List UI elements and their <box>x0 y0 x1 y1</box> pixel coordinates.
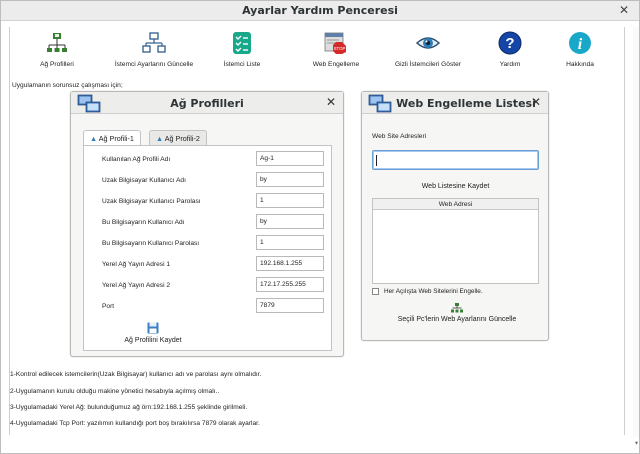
update-selected-pcs-label: Seçili Pc'lerin Web Ayarlarını Güncelle <box>397 316 517 323</box>
settings-help-window: Ayarlar Yardım Penceresi ✕ Ağ Profilleri… <box>0 0 640 454</box>
panel-close-button[interactable]: ✕ <box>531 95 541 109</box>
block-on-startup-label: Her Açılışta Web Sitelerini Engelle. <box>384 288 483 295</box>
port-input[interactable] <box>256 298 324 313</box>
web-address-column-header[interactable]: Web Adresi <box>373 199 538 210</box>
toolbar-label: Yardım <box>499 61 521 68</box>
field-label: Uzak Bilgisayar Kullanıcı Adı <box>102 177 186 184</box>
help-icon: ? <box>498 31 522 55</box>
panel-title: Ağ Profilleri <box>170 97 244 110</box>
network-profiles-panel: Ağ Profilleri ✕ ▲ Ağ Profili-1 ▲ Ağ Prof… <box>70 91 344 357</box>
field-label: Yerel Ağ Yayın Adresi 2 <box>102 282 171 289</box>
svg-text:?: ? <box>505 35 514 52</box>
toolbar-label: Hakkında <box>566 61 594 68</box>
toolbar-help-button[interactable]: ? Yardım <box>492 31 528 68</box>
website-address-input[interactable] <box>372 150 539 170</box>
vertical-scrollbar[interactable] <box>633 27 639 437</box>
info-icon: i <box>569 32 591 54</box>
tab-label: Ağ Profili-2 <box>164 134 200 143</box>
network-update-icon <box>451 303 463 313</box>
note-line: 3-Uygulamadaki Yerel Ağ: bulunduğumuz ağ… <box>10 404 248 411</box>
scroll-down-arrow-icon[interactable] <box>635 441 638 447</box>
block-on-startup-checkbox[interactable] <box>372 288 379 295</box>
svg-text:STOP: STOP <box>334 46 346 51</box>
profile-tab-icon: ▲ <box>156 134 164 143</box>
profile-name-input[interactable] <box>256 151 324 166</box>
panel-close-button[interactable]: ✕ <box>326 95 336 109</box>
web-stop-icon: STOP <box>324 32 346 54</box>
toolbar-label: İstemci Liste <box>223 61 261 68</box>
local-username-input[interactable] <box>256 214 324 229</box>
text-caret <box>376 155 377 166</box>
note-line: 1-Kontrol edilecek istemcilerin(Uzak Bil… <box>10 371 262 378</box>
toolbar-label: Ağ Profilleri <box>40 61 74 68</box>
save-profile-label: Ağ Profilini Kaydet <box>124 337 182 344</box>
title-bar: Ayarlar Yardım Penceresi ✕ <box>1 1 639 21</box>
update-selected-pcs-button[interactable]: Seçili Pc'lerin Web Ayarlarını Güncelle <box>382 303 532 323</box>
note-line: 2-Uygulamanın kurulu olduğu makine yönet… <box>10 388 220 395</box>
note-line: 4-Uygulamadaki Tcp Port: yazılımın kulla… <box>10 420 260 427</box>
tab-network-profile-1[interactable]: ▲ Ağ Profili-1 <box>83 130 141 146</box>
network-profile-icon <box>47 33 67 52</box>
broadcast-address-1-input[interactable] <box>256 256 324 271</box>
remote-password-input[interactable] <box>256 193 324 208</box>
toolbar-web-blocking-button[interactable]: STOP Web Engelleme <box>306 31 366 68</box>
checklist-icon <box>233 32 251 54</box>
field-label: Kullanılan Ağ Profili Adı <box>102 156 171 163</box>
eye-icon <box>416 37 440 49</box>
tab-label: Ağ Profili-1 <box>98 134 134 143</box>
remote-username-input[interactable] <box>256 172 324 187</box>
profile-tab-icon: ▲ <box>90 134 98 143</box>
network-diagram-icon <box>142 32 166 53</box>
tab-network-profile-2[interactable]: ▲ Ağ Profili-2 <box>149 130 207 145</box>
toolbar-label: İstemci Ayarlarını Güncelle <box>114 61 194 68</box>
toolbar-show-hidden-clients-button[interactable]: Gizli İstemcileri Göster <box>388 31 468 68</box>
window-title: Ayarlar Yardım Penceresi <box>242 4 398 17</box>
broadcast-address-2-input[interactable] <box>256 277 324 292</box>
profile-form: Kullanılan Ağ Profili Adı Uzak Bilgisaya… <box>83 145 332 351</box>
toolbar-label: Web Engelleme <box>312 61 360 68</box>
requirements-heading: Uygulamanın sorunsuz çalışması için; <box>12 82 123 89</box>
svg-text:i: i <box>578 36 583 53</box>
field-label: Bu Bilgisayarın Kullanıcı Adı <box>102 219 185 226</box>
field-label: Bu Bilgisayarın Kullanıcı Parolası <box>102 240 200 247</box>
local-password-input[interactable] <box>256 235 324 250</box>
field-label: Yerel Ağ Yayın Adresi 1 <box>102 261 171 268</box>
toolbar-about-button[interactable]: i Hakkında <box>560 31 600 68</box>
toolbar-label: Gizli İstemcileri Göster <box>395 61 461 68</box>
website-addresses-label: Web Site Adresleri <box>372 133 427 140</box>
main-toolbar: Ağ Profilleri İstemci Ayarlarını Güncell… <box>10 27 626 79</box>
toolbar-network-profiles-button[interactable]: Ağ Profilleri <box>32 31 82 68</box>
floppy-disk-icon <box>147 322 159 334</box>
save-to-web-list-button[interactable]: Web Listesine Kaydet <box>372 179 539 195</box>
field-label: Uzak Bilgisayar Kullanıcı Parolası <box>102 198 201 205</box>
web-blocklist-panel-header: Web Engelleme Listesi ✕ <box>362 92 548 114</box>
toolbar-client-list-button[interactable]: İstemci Liste <box>218 31 266 68</box>
web-address-table[interactable]: Web Adresi <box>372 198 539 284</box>
save-profile-button[interactable]: Ağ Profilini Kaydet <box>120 322 186 344</box>
field-label: Port <box>102 303 115 310</box>
network-profiles-panel-header: Ağ Profilleri ✕ <box>71 92 343 114</box>
web-blocklist-panel: Web Engelleme Listesi ✕ Web Site Adresle… <box>361 91 549 341</box>
panel-title: Web Engelleme Listesi <box>396 97 536 110</box>
window-close-button[interactable]: ✕ <box>619 3 629 17</box>
toolbar-update-clients-button[interactable]: İstemci Ayarlarını Güncelle <box>110 31 198 68</box>
